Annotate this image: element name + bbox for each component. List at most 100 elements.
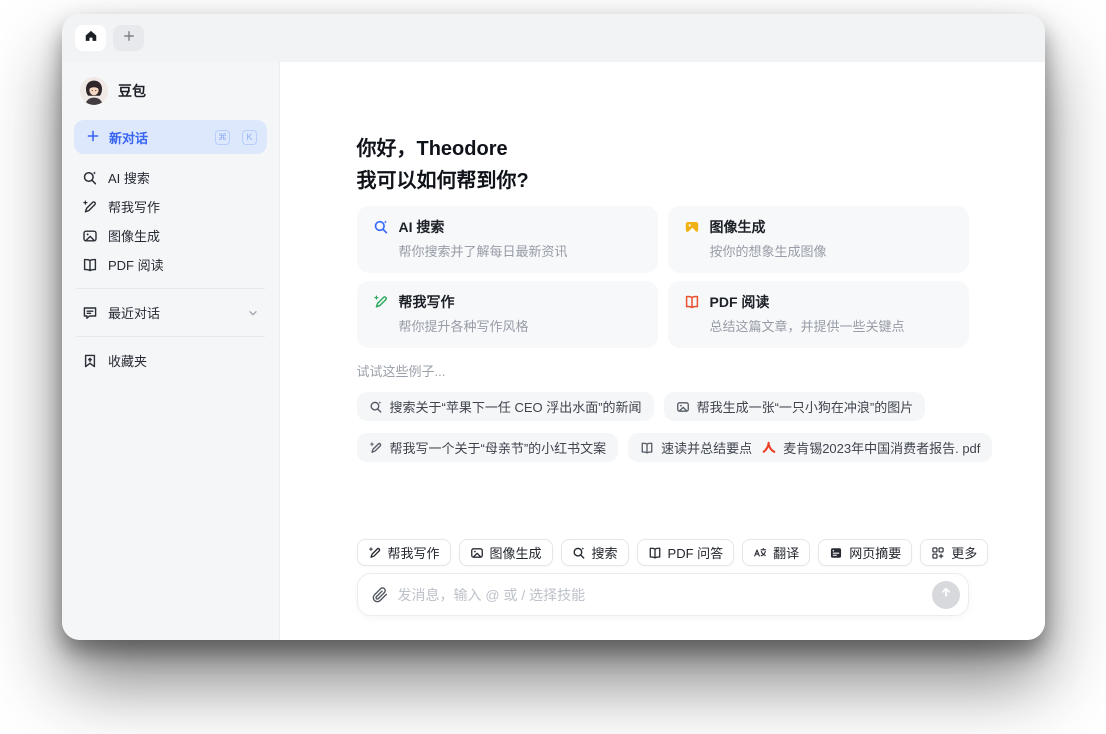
main-area: 你好，Theodore 我可以如何帮到你? AI 搜索 帮你搜索并了解每日最新资… xyxy=(280,62,1045,640)
skill-web-summary[interactable]: 网页摘要 xyxy=(818,539,913,566)
book-icon xyxy=(640,441,654,455)
card-title: AI 搜索 xyxy=(398,219,445,235)
bookmark-icon xyxy=(82,353,98,369)
skill-write[interactable]: 帮我写作 xyxy=(356,539,451,566)
feature-cards: AI 搜索 帮你搜索并了解每日最新资讯 图像生成 按你的想象生成图像 帮我写作 … xyxy=(356,206,969,348)
card-write[interactable]: 帮我写作 帮你提升各种写作风格 xyxy=(356,281,658,348)
tab-bar xyxy=(62,14,1045,62)
card-subtitle: 帮你提升各种写作风格 xyxy=(398,319,529,334)
sidebar-item-label: 帮我写作 xyxy=(108,200,161,215)
send-button[interactable] xyxy=(931,580,960,609)
message-input-bar xyxy=(356,573,969,616)
new-chat-button[interactable]: 新对话 ⌘ K xyxy=(74,120,267,154)
sidebar-item-label: 最近对话 xyxy=(108,306,161,321)
profile-name: 豆包 xyxy=(118,83,146,99)
card-title: 图像生成 xyxy=(709,219,766,235)
example-chip-summarize-pdf[interactable]: 速读并总结要点 麦肯锡2023年中国消费者报告. pdf xyxy=(628,433,993,462)
sidebar-item-ai-search[interactable]: AI 搜索 xyxy=(74,163,267,192)
example-chip-write-copy[interactable]: 帮我写一个关于“母亲节”的小红书文案 xyxy=(356,433,619,462)
app-body: 豆包 新对话 ⌘ K AI 搜索 帮我写作 图像生成 PDF 阅读 最近对话 收… xyxy=(62,62,1045,640)
search-icon xyxy=(369,400,383,414)
skill-label: PDF 问答 xyxy=(667,546,724,561)
sidebar-item-label: 收藏夹 xyxy=(108,354,148,369)
card-subtitle: 帮你搜索并了解每日最新资讯 xyxy=(398,244,568,259)
sidebar-item-label: PDF 阅读 xyxy=(108,258,164,273)
skill-pdf-qa[interactable]: PDF 问答 xyxy=(636,539,735,566)
sidebar-item-label: AI 搜索 xyxy=(108,171,150,186)
plus-icon xyxy=(86,129,100,146)
example-chip-label: 速读并总结要点 xyxy=(661,441,753,456)
example-chip-search-news[interactable]: 搜索关于“苹果下一任 CEO 浮出水面”的新闻 xyxy=(356,392,654,421)
card-title: 帮我写作 xyxy=(398,294,455,310)
divider xyxy=(76,336,265,337)
pen-icon xyxy=(368,546,382,560)
pen-icon xyxy=(373,294,389,310)
card-header: 帮我写作 xyxy=(373,292,642,312)
book-icon xyxy=(82,257,98,273)
card-pdf-read[interactable]: PDF 阅读 总结这篇文章，并提供一些关键点 xyxy=(667,281,969,348)
tab-home[interactable] xyxy=(75,25,106,51)
skill-bar: 帮我写作 图像生成 搜索 PDF 问答 翻译 网页摘要 更多 xyxy=(356,539,989,566)
pen-icon xyxy=(369,441,383,455)
skill-label: 图像生成 xyxy=(489,546,542,561)
sidebar-item-pdf[interactable]: PDF 阅读 xyxy=(74,250,267,279)
skill-more[interactable]: 更多 xyxy=(920,539,989,566)
skill-label: 搜索 xyxy=(591,546,618,561)
webpage-icon xyxy=(829,546,843,560)
profile[interactable]: 豆包 xyxy=(74,75,267,107)
paperclip-icon[interactable] xyxy=(372,586,388,603)
card-title: PDF 阅读 xyxy=(709,294,770,310)
image-icon xyxy=(82,228,98,244)
girl-avatar xyxy=(80,77,108,105)
card-header: AI 搜索 xyxy=(373,217,642,237)
card-header: PDF 阅读 xyxy=(684,292,953,312)
search-icon xyxy=(373,219,389,235)
pdf-icon xyxy=(762,441,776,455)
example-chip-row-2: 帮我写一个关于“母亲节”的小红书文案 速读并总结要点 麦肯锡2023年中国消费者… xyxy=(356,433,993,462)
skill-label: 更多 xyxy=(951,546,978,561)
skill-search[interactable]: 搜索 xyxy=(560,539,629,566)
more-grid-icon xyxy=(931,546,945,560)
new-tab-button[interactable] xyxy=(113,25,144,51)
example-chip-label: 搜索关于“苹果下一任 CEO 浮出水面”的新闻 xyxy=(389,400,642,415)
card-header: 图像生成 xyxy=(684,217,953,237)
search-icon xyxy=(572,546,586,560)
greeting-line-2: 我可以如何帮到你? xyxy=(356,170,529,192)
new-chat-label: 新对话 xyxy=(109,130,149,146)
example-chip-label: 帮我写一个关于“母亲节”的小红书文案 xyxy=(389,441,607,456)
image-icon xyxy=(470,546,484,560)
book-icon xyxy=(648,546,662,560)
main-content: 你好，Theodore 我可以如何帮到你? AI 搜索 帮你搜索并了解每日最新资… xyxy=(356,133,993,640)
sidebar-item-favorites[interactable]: 收藏夹 xyxy=(74,346,267,375)
sidebar-item-label: 图像生成 xyxy=(108,229,161,244)
book-icon xyxy=(684,294,700,310)
skill-image-gen[interactable]: 图像生成 xyxy=(458,539,553,566)
skill-label: 网页摘要 xyxy=(849,546,902,561)
skill-label: 翻译 xyxy=(773,546,800,561)
pen-icon xyxy=(82,199,98,215)
example-chip-generate-image[interactable]: 帮我生成一张“一只小狗在冲浪”的图片 xyxy=(663,392,926,421)
app-window: 豆包 新对话 ⌘ K AI 搜索 帮我写作 图像生成 PDF 阅读 最近对话 收… xyxy=(62,14,1045,640)
sidebar-item-recent-chats[interactable]: 最近对话 xyxy=(74,298,267,327)
card-ai-search[interactable]: AI 搜索 帮你搜索并了解每日最新资讯 xyxy=(356,206,658,273)
sidebar-item-image-gen[interactable]: 图像生成 xyxy=(74,221,267,250)
sidebar-item-write[interactable]: 帮我写作 xyxy=(74,192,267,221)
examples-label: 试试这些例子... xyxy=(356,364,446,379)
chevron-down-icon xyxy=(247,307,259,319)
translate-icon xyxy=(753,546,767,560)
example-chip-label: 帮我生成一张“一只小狗在冲浪”的图片 xyxy=(696,400,914,415)
shortcut-cmd-key: ⌘ xyxy=(215,129,230,145)
image-icon xyxy=(676,400,690,414)
message-input[interactable] xyxy=(397,586,922,603)
search-icon xyxy=(82,170,98,186)
shortcut-k-key: K xyxy=(242,129,257,145)
sidebar: 豆包 新对话 ⌘ K AI 搜索 帮我写作 图像生成 PDF 阅读 最近对话 收… xyxy=(62,62,280,640)
home-icon xyxy=(84,29,98,48)
example-chip-row-1: 搜索关于“苹果下一任 CEO 浮出水面”的新闻 帮我生成一张“一只小狗在冲浪”的… xyxy=(356,392,969,421)
arrow-up-icon xyxy=(939,585,953,604)
card-image-gen[interactable]: 图像生成 按你的想象生成图像 xyxy=(667,206,969,273)
greeting-line-1: 你好，Theodore xyxy=(356,138,508,160)
skill-label: 帮我写作 xyxy=(387,546,440,561)
skill-translate[interactable]: 翻译 xyxy=(742,539,811,566)
